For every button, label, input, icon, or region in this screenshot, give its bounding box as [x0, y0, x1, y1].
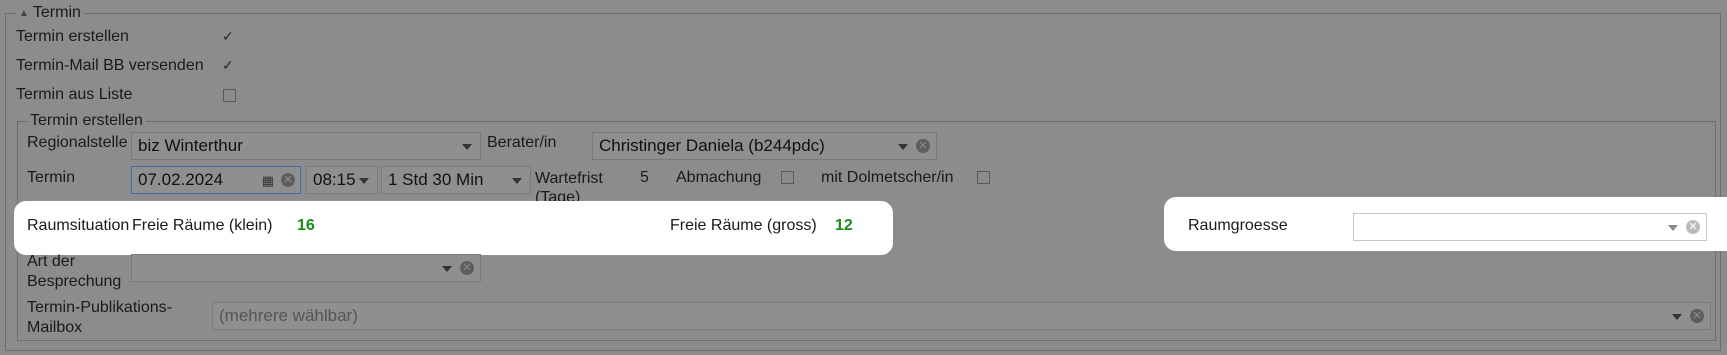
mailbox-label-line1: Termin-Publikations- — [27, 299, 172, 316]
calendar-icon[interactable]: ▦ — [262, 173, 274, 189]
clear-icon[interactable]: ✕ — [281, 173, 295, 187]
raumgroesse-label: Raumgroesse — [1188, 217, 1288, 234]
abmachung-label: Abmachung — [676, 169, 762, 186]
clear-icon[interactable]: ✕ — [916, 139, 930, 153]
termin-section-title: Termin — [32, 4, 81, 21]
termin-erstellen-legend: Termin erstellen — [27, 112, 146, 130]
duration-select[interactable]: 1 Std 30 Min — [381, 166, 531, 194]
wartefrist-value: 5 — [640, 169, 649, 186]
freie-raeume-gross-label: Freie Räume (gross) — [670, 217, 817, 234]
termin-erstellen-label: Termin erstellen — [16, 28, 129, 45]
termin-aus-liste-checkbox[interactable] — [223, 89, 236, 102]
art-der-besprechung-select[interactable]: ✕ — [131, 254, 481, 282]
mailbox-label: Termin-Publikations- Mailbox — [27, 298, 172, 338]
chevron-down-icon[interactable] — [1668, 225, 1678, 231]
art-label-line1: Art der — [27, 253, 76, 270]
chevron-down-icon[interactable] — [1672, 314, 1682, 320]
berater-value: Christinger Daniela (b244pdc) — [599, 136, 825, 155]
art-label-line2: Besprechung — [27, 273, 122, 290]
termin-mail-label: Termin-Mail BB versenden — [16, 57, 204, 74]
termin-aus-liste-label: Termin aus Liste — [16, 86, 133, 103]
chevron-down-icon[interactable] — [442, 266, 452, 272]
time-select[interactable]: 08:15 — [306, 166, 378, 194]
freie-raeume-klein-value: 16 — [297, 217, 315, 234]
chevron-down-icon[interactable] — [359, 178, 369, 184]
wartefrist-label-line1: Wartefrist — [535, 170, 603, 187]
regionalstelle-value: biz Winterthur — [138, 136, 243, 155]
berater-label: Berater/in — [487, 134, 557, 151]
chevron-down-icon[interactable] — [898, 144, 908, 150]
clear-icon[interactable]: ✕ — [460, 261, 474, 275]
art-der-besprechung-label: Art der Besprechung — [27, 252, 121, 292]
mailbox-placeholder: (mehrere wählbar) — [219, 306, 358, 325]
termin-label: Termin — [27, 169, 76, 186]
clear-icon[interactable]: ✕ — [1690, 309, 1704, 323]
date-value: 07.02.2024 — [138, 170, 224, 189]
clear-icon[interactable]: ✕ — [1686, 220, 1700, 234]
date-field[interactable]: 07.02.2024 ▦ ✕ — [131, 166, 301, 194]
dolmetscher-label: mit Dolmetscher/in — [821, 169, 954, 186]
abmachung-checkbox[interactable] — [781, 171, 794, 184]
mailbox-label-line2: Mailbox — [27, 319, 83, 336]
mailbox-multiselect[interactable]: (mehrere wählbar) ✕ — [212, 302, 1711, 330]
dolmetscher-checkbox[interactable] — [977, 171, 990, 184]
berater-select[interactable]: Christinger Daniela (b244pdc) ✕ — [592, 132, 937, 160]
regionalstelle-select[interactable]: biz Winterthur — [131, 132, 481, 160]
collapse-triangle-icon[interactable]: ▲ — [19, 8, 29, 19]
chevron-down-icon[interactable] — [462, 144, 472, 150]
raumgroesse-select[interactable]: ✕ — [1353, 213, 1707, 241]
time-value: 08:15 — [313, 170, 356, 189]
regionalstelle-label: Regionalstelle — [27, 134, 128, 151]
freie-raeume-klein-label: Freie Räume (klein) — [132, 217, 273, 234]
chevron-down-icon[interactable] — [512, 178, 522, 184]
freie-raeume-gross-value: 12 — [835, 217, 853, 234]
termin-legend[interactable]: ▲ Termin — [16, 4, 84, 22]
duration-value: 1 Std 30 Min — [388, 170, 484, 189]
raumsituation-label: Raumsituation — [27, 217, 130, 234]
termin-erstellen-checkbox[interactable]: ✓ — [222, 29, 236, 43]
termin-mail-checkbox[interactable]: ✓ — [222, 58, 236, 72]
